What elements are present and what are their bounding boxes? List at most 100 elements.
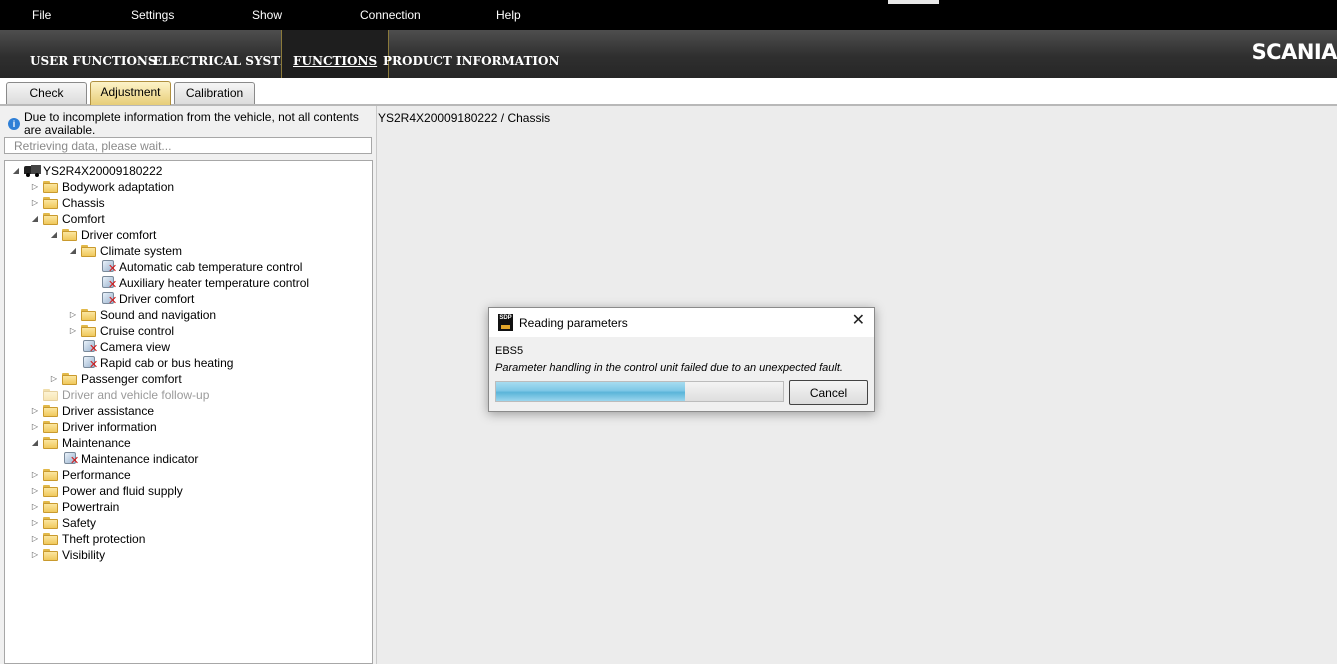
tree-node-label: Driver assistance bbox=[62, 404, 155, 418]
tree-node[interactable]: ✕ Rapid cab or bus heating bbox=[5, 355, 370, 371]
expand-arrow-icon[interactable]: ▷ bbox=[30, 419, 40, 435]
tree-node[interactable]: ▷ Sound and navigation bbox=[5, 307, 370, 323]
expand-arrow-icon[interactable]: ▷ bbox=[30, 515, 40, 531]
tree-node[interactable]: ▷ Driver information bbox=[5, 419, 370, 435]
parameter-unavailable-icon: ✕ bbox=[62, 451, 80, 467]
reading-parameters-dialog: SDP Reading parameters ✕ EBS5 Parameter … bbox=[488, 307, 875, 412]
menu-connection[interactable]: Connection bbox=[360, 8, 421, 22]
nav-functions-label: FUNCTIONS bbox=[293, 54, 378, 68]
folder-icon bbox=[81, 245, 97, 257]
tab-check[interactable]: Check bbox=[6, 82, 87, 104]
tree-node[interactable]: ✕ Maintenance indicator bbox=[5, 451, 370, 467]
parameter-unavailable-icon: ✕ bbox=[100, 291, 118, 307]
tree-node-label: Power and fluid supply bbox=[62, 484, 183, 498]
tree-node-label: Rapid cab or bus heating bbox=[100, 356, 234, 370]
tree-node[interactable]: ▷ Visibility bbox=[5, 547, 370, 563]
tree-node-label: Driver and vehicle follow-up bbox=[62, 388, 210, 402]
tree-node-label: Bodywork adaptation bbox=[62, 180, 175, 194]
expand-arrow-icon[interactable]: ▷ bbox=[30, 467, 40, 483]
tree-node-label: Maintenance bbox=[62, 436, 131, 450]
tree-node[interactable]: ▷ Cruise control bbox=[5, 323, 370, 339]
cancel-button[interactable]: Cancel bbox=[789, 380, 868, 405]
tree-node[interactable]: ◢ Maintenance bbox=[5, 435, 370, 451]
tab-strip: Check Adjustment Calibration bbox=[0, 78, 1337, 106]
error-message: Parameter handling in the control unit f… bbox=[495, 362, 843, 374]
menu-bar: File Settings Show Connection Help bbox=[0, 0, 1337, 30]
folder-icon bbox=[62, 373, 78, 385]
expand-arrow-icon[interactable]: ▷ bbox=[30, 179, 40, 195]
tree-node-label: Chassis bbox=[62, 196, 105, 210]
sdp-app-icon-text: SDP bbox=[499, 315, 512, 321]
expand-arrow-icon[interactable]: ▷ bbox=[68, 323, 78, 339]
menu-show[interactable]: Show bbox=[252, 8, 282, 22]
tree-node[interactable]: ▷ Theft protection bbox=[5, 531, 370, 547]
parameter-unavailable-icon: ✕ bbox=[81, 339, 99, 355]
tree-node[interactable]: ✕ Automatic cab temperature control bbox=[5, 259, 370, 275]
expand-arrow-icon[interactable]: ▷ bbox=[30, 499, 40, 515]
tree-node-label: Driver information bbox=[62, 420, 157, 434]
folder-icon bbox=[43, 437, 59, 449]
tree-node[interactable]: ▷ Bodywork adaptation bbox=[5, 179, 370, 195]
tree-node[interactable]: ✕ Camera view bbox=[5, 339, 370, 355]
menu-settings[interactable]: Settings bbox=[131, 8, 174, 22]
tree-node[interactable]: ▷ Safety bbox=[5, 515, 370, 531]
tree-node-label: Maintenance indicator bbox=[81, 452, 199, 466]
search-input[interactable] bbox=[4, 137, 372, 154]
tree-node[interactable]: ◢ YS2R4X20009180222 bbox=[5, 163, 370, 179]
left-panel: i Due to incomplete information from the… bbox=[0, 106, 377, 664]
progress-bar bbox=[495, 381, 784, 402]
menu-file[interactable]: File bbox=[32, 8, 51, 22]
expand-arrow-icon[interactable]: ▷ bbox=[68, 307, 78, 323]
folder-icon bbox=[43, 517, 59, 529]
tree-node[interactable]: ▷ Chassis bbox=[5, 195, 370, 211]
folder-icon bbox=[43, 213, 59, 225]
function-tree[interactable]: ◢ YS2R4X20009180222 ▷ Bodywork adaptation ▷ C… bbox=[4, 160, 373, 664]
collapse-arrow-icon[interactable]: ◢ bbox=[49, 227, 59, 243]
tree-node[interactable]: ▷ Passenger comfort bbox=[5, 371, 370, 387]
tree-node[interactable]: ◢ Comfort bbox=[5, 211, 370, 227]
collapse-arrow-icon[interactable]: ◢ bbox=[30, 211, 40, 227]
close-icon[interactable]: ✕ bbox=[852, 313, 865, 329]
folder-icon bbox=[43, 549, 59, 561]
tree-node-label: Comfort bbox=[62, 212, 105, 226]
tree-node[interactable]: ◢ Driver comfort bbox=[5, 227, 370, 243]
expand-arrow-icon[interactable]: ▷ bbox=[49, 371, 59, 387]
tree-node[interactable]: ✕ Auxiliary heater temperature control bbox=[5, 275, 370, 291]
info-icon: i bbox=[8, 118, 20, 130]
collapse-arrow-icon[interactable]: ◢ bbox=[68, 243, 78, 259]
truck-icon bbox=[24, 165, 41, 177]
folder-icon bbox=[62, 229, 78, 241]
tree-node[interactable]: ✕ Driver comfort bbox=[5, 291, 370, 307]
folder-icon bbox=[43, 421, 59, 433]
folder-icon bbox=[43, 485, 59, 497]
tree-node-label: Auxiliary heater temperature control bbox=[119, 276, 310, 290]
tree-node-label: Camera view bbox=[100, 340, 171, 354]
tree-node[interactable]: ◢ Climate system bbox=[5, 243, 370, 259]
tree-node-label: Climate system bbox=[100, 244, 183, 258]
expand-arrow-icon[interactable]: ▷ bbox=[30, 531, 40, 547]
tab-adjustment[interactable]: Adjustment bbox=[90, 81, 171, 105]
tree-node[interactable]: Driver and vehicle follow-up bbox=[5, 387, 370, 403]
main-nav: USER FUNCTIONS ELECTRICAL SYSTEM FUNCTIO… bbox=[0, 30, 1337, 78]
tab-calibration[interactable]: Calibration bbox=[174, 82, 255, 104]
expand-arrow-icon[interactable]: ▷ bbox=[30, 195, 40, 211]
tree-node[interactable]: ▷ Power and fluid supply bbox=[5, 483, 370, 499]
menu-help[interactable]: Help bbox=[496, 8, 521, 22]
nav-product-information[interactable]: PRODUCT INFORMATION bbox=[372, 30, 570, 78]
tree-node-label: Visibility bbox=[62, 548, 106, 562]
dialog-title: Reading parameters bbox=[519, 316, 628, 330]
collapse-arrow-icon[interactable]: ◢ bbox=[30, 435, 40, 451]
folder-icon bbox=[43, 389, 59, 401]
expand-arrow-icon[interactable]: ▷ bbox=[30, 483, 40, 499]
parameter-unavailable-icon: ✕ bbox=[100, 275, 118, 291]
tree-node[interactable]: ▷ Powertrain bbox=[5, 499, 370, 515]
folder-icon bbox=[43, 405, 59, 417]
folder-icon bbox=[43, 181, 59, 193]
collapse-arrow-icon[interactable]: ◢ bbox=[11, 163, 21, 179]
tree-node[interactable]: ▷ Performance bbox=[5, 467, 370, 483]
expand-arrow-icon[interactable]: ▷ bbox=[30, 547, 40, 563]
tree-node-label: Passenger comfort bbox=[81, 372, 182, 386]
expand-arrow-icon[interactable]: ▷ bbox=[30, 403, 40, 419]
tree-node[interactable]: ▷ Driver assistance bbox=[5, 403, 370, 419]
window-notch bbox=[888, 0, 939, 4]
